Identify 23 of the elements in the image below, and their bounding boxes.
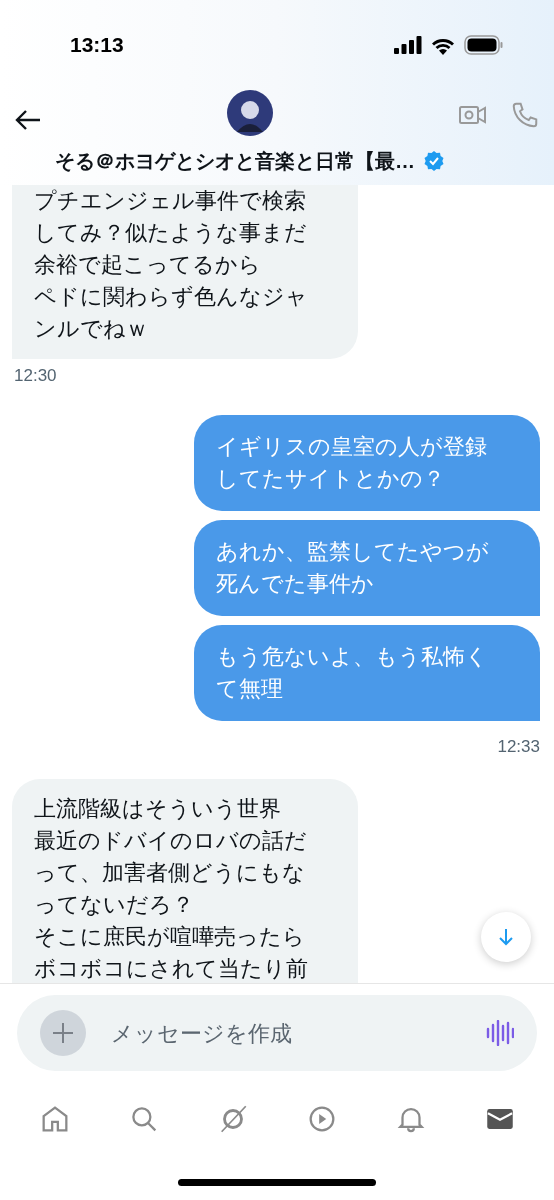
back-arrow-icon[interactable]: [14, 108, 42, 132]
voice-wave-icon[interactable]: [486, 1020, 514, 1046]
battery-icon: [464, 35, 504, 55]
message-composer[interactable]: メッセージを作成: [17, 995, 537, 1071]
message-text: もう危ないよ、もう私怖くて無理: [216, 642, 489, 703]
scroll-down-button[interactable]: [481, 912, 531, 962]
phone-icon[interactable]: [510, 100, 540, 130]
signal-icon: [394, 36, 422, 54]
message-time: 12:30: [14, 365, 57, 387]
contact-name: そる＠ホヨゲとシオと音楽と日常【最…: [55, 149, 415, 174]
message-text: そこに庶民が喧嘩売ったらボコボコにされて当たり前: [34, 923, 309, 983]
message-text: プチエンジェル事件で検索してみ？似たような事まだ余裕で起こってるから: [34, 187, 308, 279]
message-text: ペドに関わらず色んなジャンルでねｗ: [34, 283, 309, 343]
down-arrow-icon: [497, 927, 515, 947]
message-time: 12:33: [497, 735, 540, 758]
avatar[interactable]: [227, 90, 273, 136]
status-time: 13:13: [70, 32, 124, 59]
message-text: 上流階級はそういう世界: [34, 795, 282, 823]
message-text: イギリスの皇室の人が登録してたサイトとかの？: [216, 432, 488, 493]
message-text: あれか、監禁してたやつが死んでた事件か: [216, 537, 490, 598]
message-text: 最近のドバイのロバの話だって、加害者側どうにもなってないだろ？: [34, 827, 308, 919]
add-button[interactable]: [40, 1010, 86, 1056]
plus-icon: [52, 1022, 74, 1044]
